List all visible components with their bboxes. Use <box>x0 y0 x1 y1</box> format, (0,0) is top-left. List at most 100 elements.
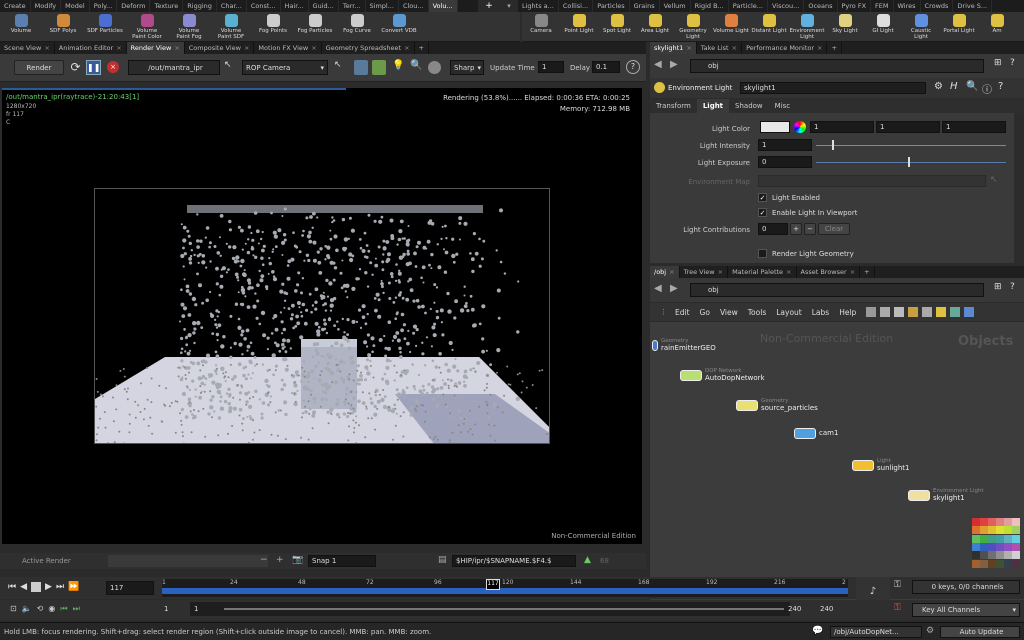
palette-swatch[interactable] <box>972 534 980 543</box>
keyframe-icon[interactable]: ⊡ <box>10 604 17 614</box>
shelf-add[interactable]: + ▾ <box>478 0 518 12</box>
audio-scrub-icon[interactable]: 🔈 <box>22 604 32 614</box>
close-icon[interactable]: × <box>686 44 691 52</box>
shelf-tab[interactable]: Modify <box>31 0 62 12</box>
render-viewport[interactable]: /out/mantra_ipr(raytrace)-21:20:43[1] 12… <box>2 88 642 544</box>
shelf-tab[interactable]: Particles <box>593 0 630 12</box>
back-arrow-icon[interactable]: ◀ <box>654 59 662 70</box>
gear-icon[interactable]: ⚙ <box>934 81 943 92</box>
close-icon[interactable]: × <box>732 44 737 52</box>
palette-swatch[interactable] <box>1004 542 1012 551</box>
help-icon[interactable]: ? <box>998 81 1003 92</box>
shelf-tab[interactable]: Poly... <box>90 0 118 12</box>
clear-button[interactable]: Clear <box>818 223 850 235</box>
step-forward-icon[interactable]: ⏭ <box>56 582 64 592</box>
snapshot-path-field[interactable]: $HIP/ipr/$SNAPNAME.$F4.$ <box>452 555 576 567</box>
shelf-tab[interactable]: Wires <box>894 0 921 12</box>
notes-icon[interactable] <box>936 307 947 317</box>
key-icon[interactable]: ⚿ <box>894 580 901 590</box>
palette-swatch[interactable] <box>980 542 988 551</box>
network-menu-item[interactable]: Tools <box>748 308 766 317</box>
shelf-tab[interactable]: Particle... <box>729 0 768 12</box>
step-back-icon[interactable]: ◀ <box>20 582 27 592</box>
menu-icon[interactable]: ⋮ <box>660 308 667 316</box>
palette-swatch[interactable] <box>972 518 980 526</box>
network-menu-item[interactable]: Edit <box>675 308 690 317</box>
add-tab-button[interactable]: + <box>827 42 842 54</box>
close-icon[interactable]: × <box>311 44 316 52</box>
palette-swatch[interactable] <box>1004 518 1012 526</box>
sharp-select[interactable]: Sharp ▾ <box>450 60 484 75</box>
shelf-tool[interactable]: Volume Paint Fog <box>168 12 210 41</box>
pane-tab[interactable]: Motion FX View × <box>254 42 322 54</box>
shelf-tool[interactable]: Distant Light <box>750 12 788 41</box>
wrench-icon[interactable] <box>866 307 877 317</box>
pane-tab[interactable]: skylight1 × <box>650 42 697 54</box>
close-icon[interactable]: × <box>669 268 674 276</box>
palette-swatch[interactable] <box>1004 559 1012 568</box>
node-shape[interactable] <box>852 459 874 471</box>
network-editor[interactable]: Non-Commercial Edition Objects Geometry r… <box>650 322 1024 619</box>
select-icon[interactable]: ↖ <box>334 60 348 75</box>
close-icon[interactable]: × <box>44 44 49 52</box>
grid-icon[interactable] <box>908 307 919 317</box>
shelf-tab[interactable]: Create <box>0 0 31 12</box>
light-enabled-checkbox[interactable]: ✓ <box>758 193 767 202</box>
node-name-field[interactable]: skylight1 <box>740 82 926 94</box>
close-icon[interactable]: × <box>786 268 791 276</box>
shelf-tool[interactable]: Caustic Light <box>902 12 940 41</box>
param-path-field[interactable]: obj <box>690 59 984 73</box>
pane-tab[interactable]: Geometry Spreadsheet × <box>322 42 415 54</box>
shelf-tool[interactable]: Point Light <box>560 12 598 41</box>
shelf-tool[interactable]: Fog Points <box>252 12 294 41</box>
light-bulb-icon[interactable]: 💡 <box>392 60 404 75</box>
palette-swatch[interactable] <box>980 526 988 535</box>
shelf-tab[interactable]: Model <box>61 0 90 12</box>
palette-swatch[interactable] <box>980 518 988 526</box>
shelf-tool[interactable]: Volume Paint Color <box>126 12 168 41</box>
update-time-field[interactable]: 1 <box>538 61 564 73</box>
pane-tab[interactable]: Animation Editor × <box>55 42 127 54</box>
contributions-field[interactable]: 0 <box>758 223 788 235</box>
network-menu-item[interactable]: Help <box>839 308 856 317</box>
pane-tab[interactable]: Performance Monitor × <box>742 42 828 54</box>
color-b-field[interactable]: 1 <box>942 121 1006 133</box>
timeline-track[interactable]: 1 24 48 72 96 120 144 168 192 216 2 117 <box>162 579 848 597</box>
node-shape[interactable] <box>736 399 758 411</box>
tree-icon[interactable] <box>880 307 891 317</box>
network-node[interactable]: Geometry source_particles <box>736 398 818 412</box>
shelf-tab[interactable]: Grains <box>630 0 660 12</box>
viewport-light-checkbox[interactable]: ✓ <box>758 208 767 217</box>
network-menu-item[interactable]: Labs <box>812 308 829 317</box>
network-path-field[interactable]: obj <box>690 283 984 297</box>
network-menu-item[interactable]: View <box>720 308 738 317</box>
color-g-field[interactable]: 1 <box>876 121 940 133</box>
close-icon[interactable]: × <box>174 44 179 52</box>
skip-start-icon[interactable]: ⏮ <box>8 582 16 592</box>
node-shape[interactable] <box>908 489 930 501</box>
pane-tab[interactable]: Tree View × <box>680 266 729 278</box>
intensity-slider-handle[interactable] <box>832 140 834 150</box>
param-folder-tab[interactable]: Transform <box>650 99 697 113</box>
key-all-icon[interactable]: ⚿ <box>894 603 901 613</box>
close-icon[interactable]: × <box>116 44 121 52</box>
play-icon[interactable]: ▶ <box>45 582 52 592</box>
range-slider[interactable]: 1 <box>190 602 790 616</box>
shelf-tab[interactable]: Lights a... <box>518 0 559 12</box>
shelf-tab[interactable]: Oceans <box>804 0 838 12</box>
shelf-tab[interactable]: Texture <box>150 0 184 12</box>
palette-swatch[interactable] <box>980 534 988 543</box>
shelf-tab[interactable]: Deform <box>117 0 151 12</box>
table-icon[interactable] <box>922 307 933 317</box>
network-menu-item[interactable]: Go <box>700 308 710 317</box>
shelf-tab[interactable]: Guid... <box>309 0 339 12</box>
palette-swatch[interactable] <box>972 559 980 568</box>
palette-swatch[interactable] <box>1004 526 1012 535</box>
h-icon[interactable]: H <box>950 81 958 92</box>
shelf-tool[interactable]: Sky Light <box>826 12 864 41</box>
network-node[interactable]: DOP Network AutoDopNetwork <box>680 368 765 382</box>
info-icon[interactable]: ⓘ <box>982 81 992 96</box>
shelf-tab[interactable]: Const... <box>247 0 281 12</box>
shelf-tab[interactable]: FEM <box>871 0 894 12</box>
light-color-swatch[interactable] <box>760 121 790 133</box>
